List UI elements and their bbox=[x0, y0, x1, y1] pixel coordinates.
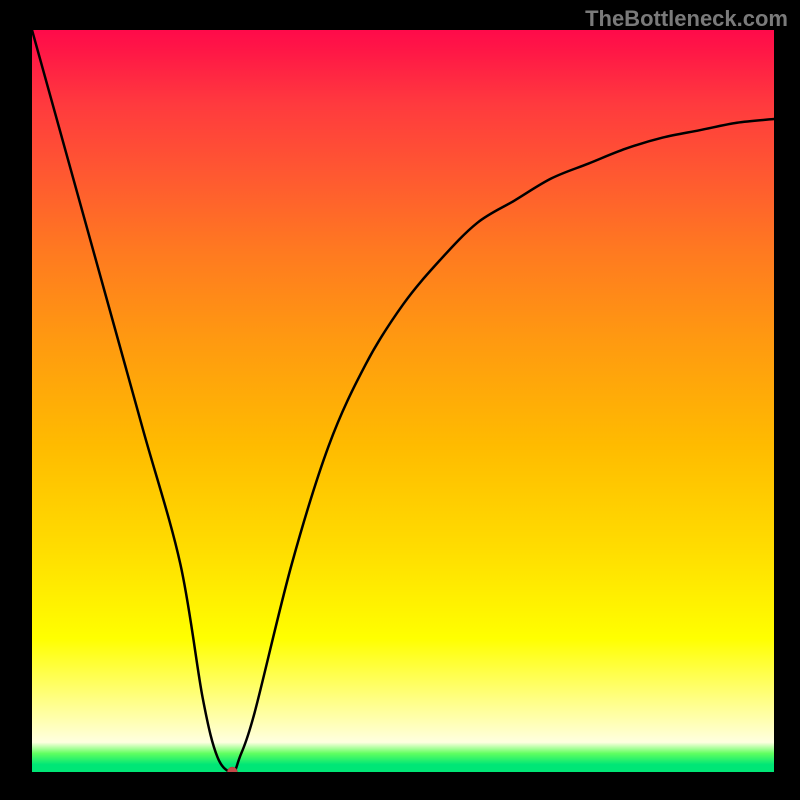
plot-area bbox=[32, 30, 774, 772]
watermark-text: TheBottleneck.com bbox=[585, 6, 788, 32]
bottleneck-curve bbox=[32, 30, 774, 772]
